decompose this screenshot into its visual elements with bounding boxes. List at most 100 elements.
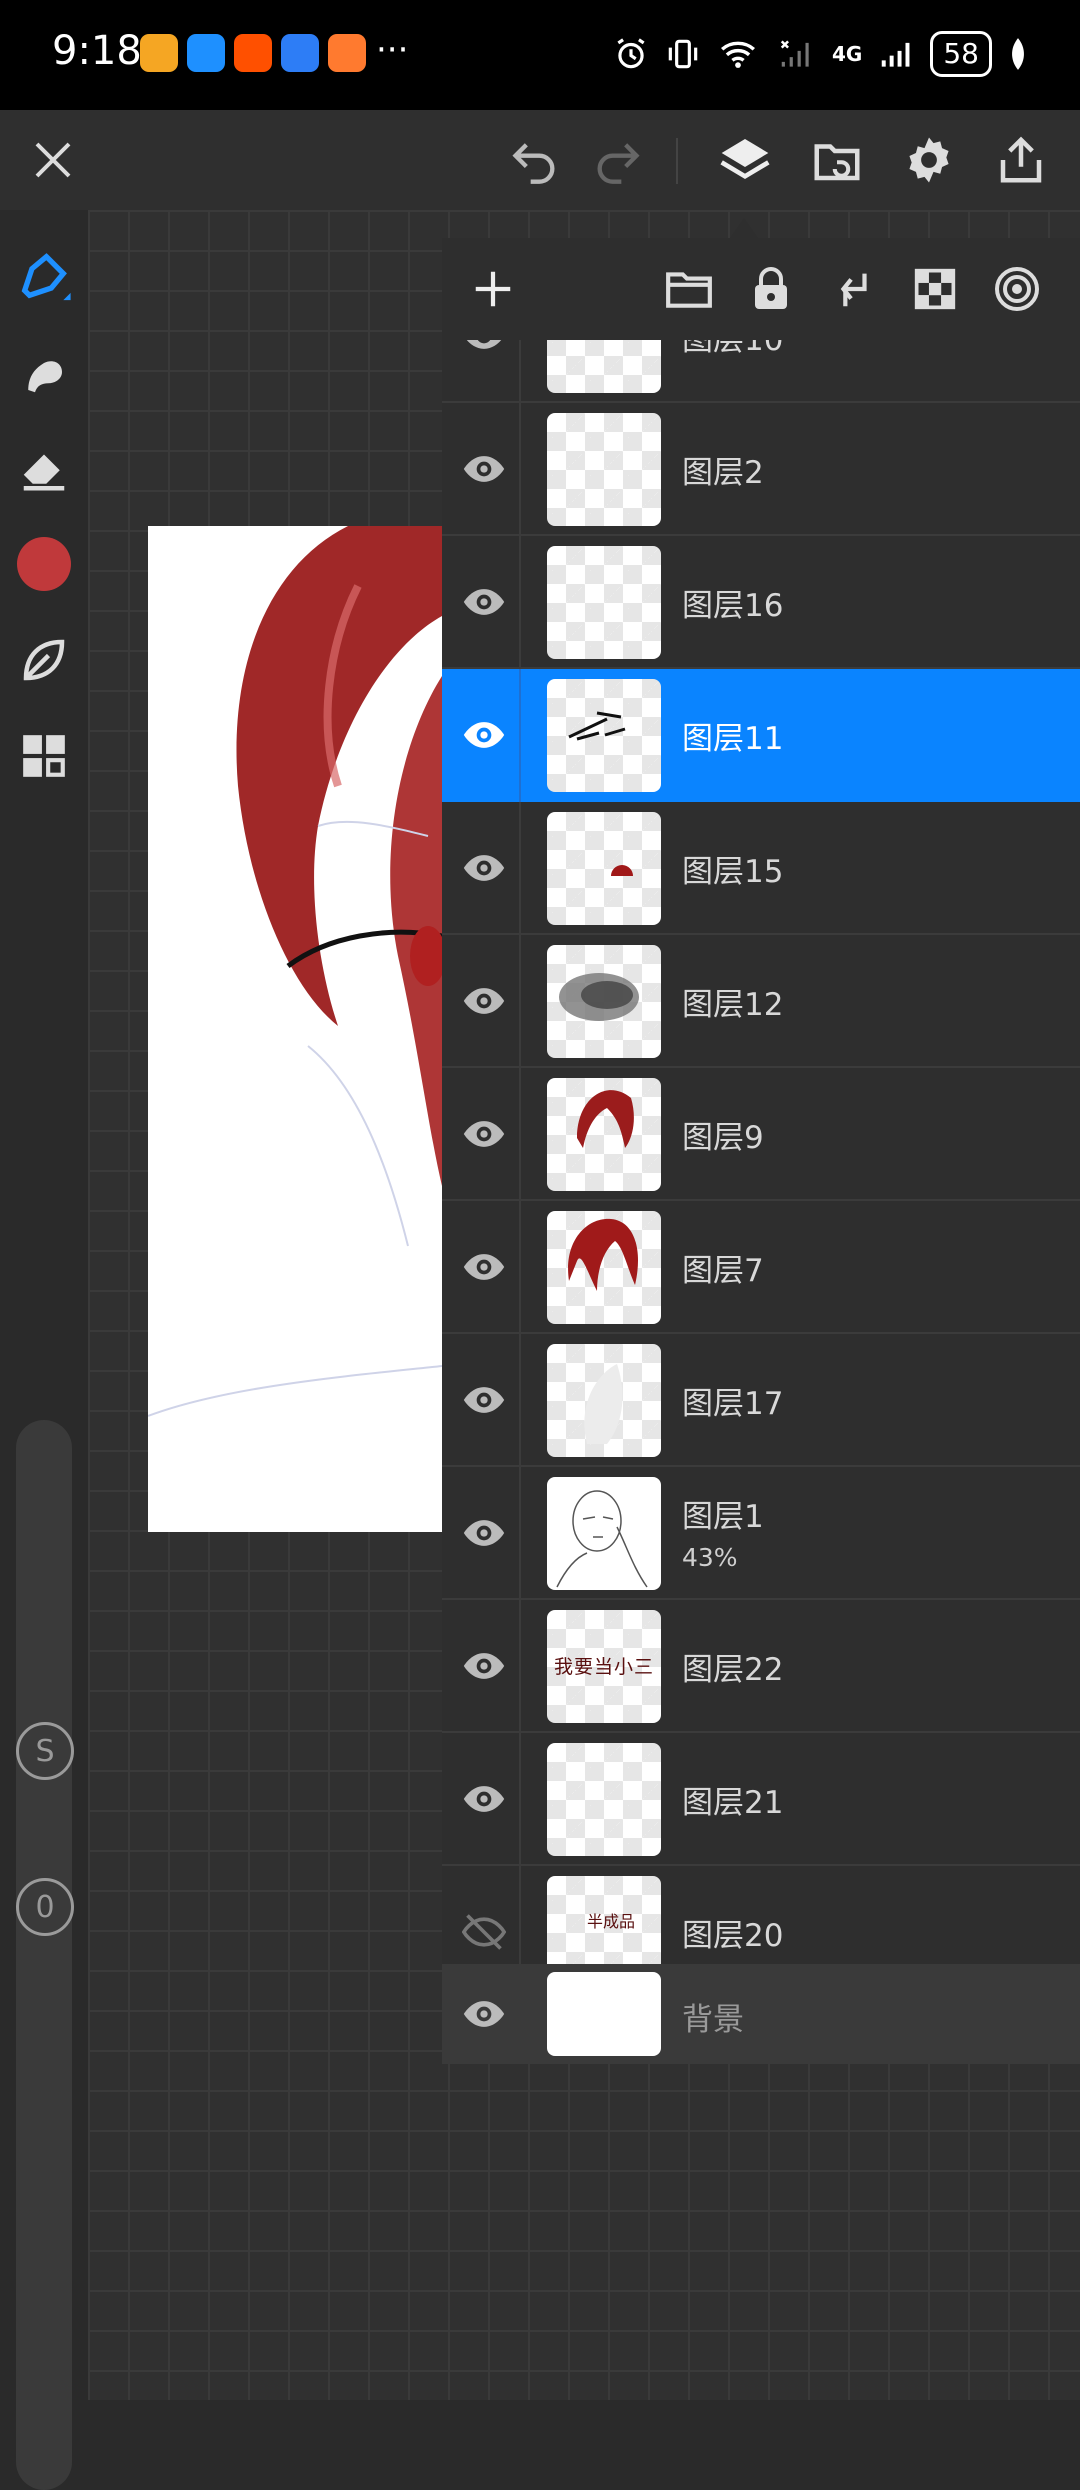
more-notifications: ··· (376, 30, 409, 70)
layer-row[interactable]: 半成品 图层20 (442, 1866, 1080, 1964)
layer-name: 图层22 (682, 1652, 784, 1688)
layers-icon (720, 139, 770, 180)
layer-thumbnail (547, 546, 661, 659)
visibility-toggle[interactable] (456, 1771, 512, 1827)
import-button[interactable] (792, 110, 882, 210)
layer-row[interactable]: 图层21 (442, 1733, 1080, 1866)
status-bar: 9:18 ··· 4G 58 (0, 0, 1080, 110)
share-button[interactable] (976, 110, 1066, 210)
brush-size-label: S (16, 1722, 74, 1780)
layer-row[interactable]: 图层9 (442, 1068, 1080, 1201)
leaf-saver-icon (1012, 38, 1024, 70)
brush-opacity-slider[interactable] (16, 1870, 72, 2490)
layer-row[interactable]: 图层12 (442, 935, 1080, 1068)
background-layer-row[interactable]: 背景 (442, 1964, 1080, 2064)
eraser-tool-button[interactable] (14, 438, 74, 498)
eye-icon (463, 1786, 505, 1812)
eye-icon (463, 855, 505, 881)
current-color-swatch (17, 537, 71, 591)
leaf-brush-button[interactable] (14, 630, 74, 690)
transparency-button[interactable] (902, 256, 968, 322)
clock: 9:18 (52, 28, 142, 74)
visibility-toggle[interactable] (456, 1904, 512, 1960)
color-swatch-button[interactable] (14, 534, 74, 594)
visibility-toggle[interactable] (456, 1372, 512, 1428)
visibility-toggle[interactable] (456, 574, 512, 630)
layer-row[interactable]: 图层7 (442, 1201, 1080, 1334)
visibility-toggle[interactable] (456, 707, 512, 763)
redo-button[interactable] (572, 110, 662, 210)
signal-icon (882, 42, 910, 67)
visibility-toggle[interactable] (456, 1986, 512, 2042)
eye-icon (466, 340, 502, 349)
layers-button[interactable] (700, 110, 790, 210)
visibility-toggle[interactable] (456, 1638, 512, 1694)
layer-name: 图层17 (682, 1386, 784, 1422)
thumbnail-art (559, 973, 639, 1021)
layer-row[interactable]: 图层17 (442, 1334, 1080, 1467)
row-divider (519, 403, 521, 536)
visibility-toggle[interactable] (456, 973, 512, 1029)
layer-row[interactable]: 图层1 43% (442, 1467, 1080, 1600)
layer-folder-button[interactable] (656, 256, 722, 322)
artwork-canvas[interactable] (148, 526, 442, 1532)
eraser-tool-icon (23, 454, 65, 491)
thumbnail-art (556, 1490, 648, 1588)
layer-list[interactable]: 图层10 图层2 图层16 图层11 图层15 图层12 图层9 图层7 图层1… (442, 340, 1080, 1964)
layer-effects-button[interactable] (984, 256, 1050, 322)
eye-icon (463, 1653, 505, 1679)
eye-icon (463, 722, 505, 748)
visibility-toggle[interactable] (456, 1106, 512, 1162)
thumbnail-art (577, 1090, 634, 1148)
signal-empty-icon (780, 40, 809, 67)
layer-row[interactable]: 图层2 (442, 403, 1080, 536)
layer-thumbnail: 我要当小三 (547, 1610, 661, 1723)
row-divider (519, 1334, 521, 1467)
visibility-toggle[interactable] (456, 1239, 512, 1295)
layer-row[interactable]: 图层16 (442, 536, 1080, 669)
vibrate-icon (668, 39, 698, 69)
eye-icon (463, 589, 505, 615)
eye-icon (463, 988, 505, 1014)
close-button[interactable] (8, 110, 98, 210)
layer-thumbnail: 半成品 (547, 1876, 661, 1964)
layer-row[interactable]: 图层10 (442, 340, 1080, 403)
wifi-icon (721, 41, 756, 68)
layer-row[interactable]: 我要当小三 图层22 (442, 1600, 1080, 1733)
layer-row[interactable]: 图层15 (442, 802, 1080, 935)
smudge-tool-button[interactable] (14, 342, 74, 402)
alarm-icon (617, 38, 645, 69)
background-thumbnail (547, 1972, 661, 2056)
import-icon (814, 144, 860, 181)
visibility-toggle[interactable] (456, 1505, 512, 1561)
battery-indicator: 58 (930, 31, 992, 77)
redo-icon (597, 143, 640, 184)
thumbnail-text: 半成品 (587, 1912, 636, 1931)
eye-icon (463, 1387, 505, 1413)
target-icon (995, 267, 1039, 311)
top-toolbar (0, 110, 1080, 210)
settings-button[interactable] (884, 110, 974, 210)
row-divider (519, 340, 521, 403)
visibility-toggle[interactable] (456, 340, 512, 364)
network-type: 4G (832, 42, 863, 66)
layer-name: 图层2 (682, 455, 764, 491)
layer-panel: 图层10 图层2 图层16 图层11 图层15 图层12 图层9 图层7 图层1… (442, 238, 1080, 2064)
add-layer-button[interactable] (460, 256, 526, 322)
layer-thumbnail (547, 413, 661, 526)
row-divider (519, 536, 521, 669)
merge-down-button[interactable] (820, 256, 886, 322)
layer-name: 图层16 (682, 588, 784, 624)
undo-button[interactable] (490, 110, 580, 210)
layer-row-selected[interactable]: 图层11 (442, 669, 1080, 802)
layer-thumbnail (547, 1211, 661, 1324)
layer-thumbnail (547, 679, 661, 792)
lock-layer-button[interactable] (738, 256, 804, 322)
pen-tool-button[interactable] (14, 246, 74, 306)
pen-tool-icon (21, 253, 71, 301)
layer-thumbnail (547, 812, 661, 925)
gallery-grid-button[interactable] (14, 726, 74, 786)
visibility-toggle[interactable] (456, 441, 512, 497)
visibility-toggle[interactable] (456, 840, 512, 896)
layer-name: 图层10 (682, 340, 784, 358)
